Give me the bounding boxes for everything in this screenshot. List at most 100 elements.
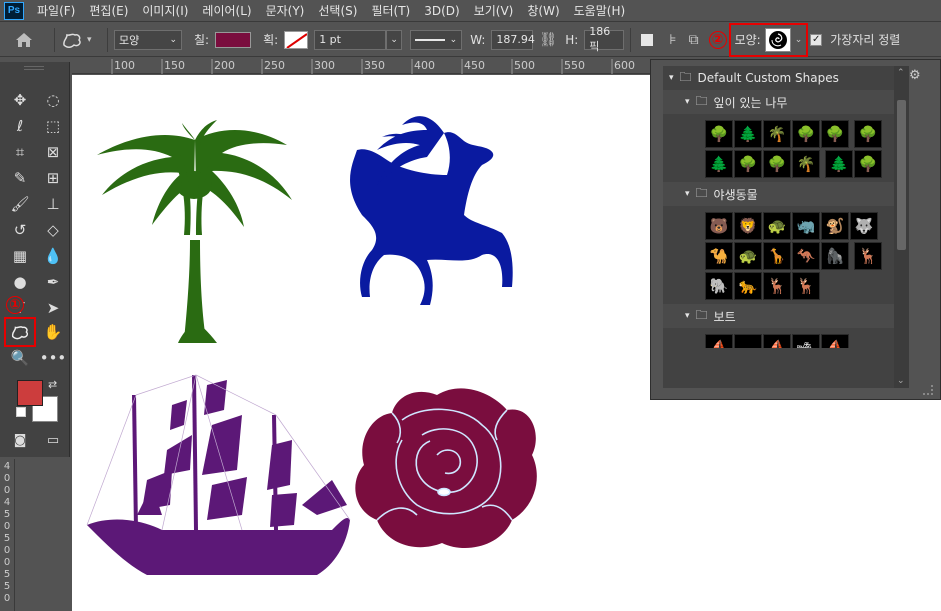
- menu-image[interactable]: 이미지(I): [135, 0, 195, 22]
- tree-shape-thumbnail[interactable]: 🌲: [824, 150, 853, 178]
- default-colors-icon[interactable]: [16, 407, 26, 417]
- stroke-width-dropdown[interactable]: ⌄: [386, 29, 403, 50]
- foreground-color-swatch[interactable]: [17, 380, 43, 406]
- menu-filter[interactable]: 필터(T): [364, 0, 417, 22]
- path-selection-tool-icon[interactable]: ➤: [40, 296, 66, 320]
- tree-shape-thumbnail[interactable]: 🌳: [734, 150, 762, 178]
- animal-shape-thumbnail[interactable]: 🦁: [734, 212, 762, 240]
- tree-shape-thumbnail[interactable]: 🌲: [705, 150, 733, 178]
- palm-shape-thumbnail[interactable]: 🌴: [763, 120, 791, 148]
- marquee-tool-icon[interactable]: ◌: [40, 88, 66, 112]
- gradient-tool-icon[interactable]: ▦: [7, 244, 33, 268]
- stroke-width-field[interactable]: 1 pt: [314, 29, 387, 50]
- menu-file[interactable]: 파일(F): [30, 0, 82, 22]
- eyedropper-tool-icon[interactable]: ✎: [7, 166, 33, 190]
- more-tools-icon[interactable]: •••: [40, 346, 67, 370]
- folder-row-boats[interactable]: ▾ 🗀 보트: [663, 304, 894, 328]
- tree-shape-thumbnail[interactable]: 🌳: [853, 120, 882, 148]
- blur-tool-icon[interactable]: 💧: [40, 244, 66, 268]
- history-brush-tool-icon[interactable]: ↺: [7, 218, 33, 242]
- scrollbar-thumb[interactable]: [897, 100, 906, 250]
- brush-tool-icon[interactable]: 🖌: [7, 192, 33, 216]
- boat-shape-thumbnail[interactable]: 🛥: [792, 334, 820, 348]
- tree-shape-thumbnail[interactable]: 🌳: [821, 120, 849, 148]
- tree-shape-thumbnail[interactable]: 🌳: [763, 150, 791, 178]
- animal-shape-thumbnail[interactable]: 🦘: [792, 242, 820, 270]
- animal-shape-thumbnail[interactable]: 🦒: [763, 242, 791, 270]
- boat-shape-thumbnail[interactable]: ⛵: [705, 334, 733, 348]
- hand-tool-icon[interactable]: ✋: [40, 320, 66, 344]
- crop-tool-icon[interactable]: ⌗: [7, 140, 33, 164]
- ship-shape[interactable]: [87, 375, 350, 575]
- custom-shape-tool-icon[interactable]: [4, 317, 36, 347]
- rose-shape[interactable]: [355, 388, 537, 549]
- animal-shape-thumbnail[interactable]: 🐘: [705, 272, 733, 300]
- menu-select[interactable]: 선택(S): [311, 0, 364, 22]
- path-arrangement-icon[interactable]: ⧉: [689, 32, 699, 48]
- animal-shape-thumbnail[interactable]: 🦍: [821, 242, 849, 270]
- folder-row-wildlife[interactable]: ▾ 🗀 야생동물: [663, 182, 894, 206]
- scroll-up-icon[interactable]: ⌃: [897, 68, 905, 78]
- dodge-tool-icon[interactable]: ●: [7, 270, 33, 294]
- width-field[interactable]: 187.94: [491, 29, 535, 50]
- panel-grip[interactable]: [24, 66, 44, 70]
- scroll-down-icon[interactable]: ⌄: [897, 376, 905, 386]
- object-selection-tool-icon[interactable]: ⬚: [40, 114, 66, 138]
- link-icon[interactable]: ⛓: [539, 32, 557, 48]
- animal-shape-thumbnail[interactable]: 🦌: [853, 242, 882, 270]
- tree-shape-thumbnail[interactable]: 🌴: [792, 150, 820, 178]
- stroke-type-select[interactable]: ⌄: [410, 29, 463, 50]
- boat-shape-thumbnail[interactable]: 🚤: [734, 334, 762, 348]
- menu-help[interactable]: 도움말(H): [567, 0, 633, 22]
- animal-shape-thumbnail[interactable]: 🐢: [763, 212, 791, 240]
- menu-layer[interactable]: 레이어(L): [195, 0, 258, 22]
- rose-shape-thumbnail[interactable]: [764, 27, 791, 52]
- animal-shape-thumbnail[interactable]: 🐻: [705, 212, 733, 240]
- palm-tree-shape[interactable]: [97, 120, 292, 343]
- boat-shape-thumbnail[interactable]: ⛵: [821, 334, 849, 348]
- screen-mode-icon[interactable]: ▭: [40, 428, 66, 452]
- menu-window[interactable]: 창(W): [520, 0, 566, 22]
- move-tool-icon[interactable]: ✥: [7, 88, 33, 112]
- align-edges-checkbox[interactable]: ✓: [810, 33, 823, 46]
- animal-shape-thumbnail[interactable]: 🐒: [821, 212, 849, 240]
- mode-select[interactable]: 모양 ⌄: [114, 29, 182, 50]
- animal-shape-thumbnail[interactable]: 🐪: [705, 242, 733, 270]
- height-field[interactable]: 186 픽: [584, 25, 625, 53]
- swap-colors-icon[interactable]: ⇄: [48, 378, 57, 391]
- animal-shape-thumbnail[interactable]: 🐺: [850, 212, 878, 240]
- animal-shape-thumbnail[interactable]: 🐆: [734, 272, 762, 300]
- frame-tool-icon[interactable]: ⊠: [40, 140, 66, 164]
- menu-view[interactable]: 보기(V): [467, 0, 521, 22]
- animal-shape-thumbnail[interactable]: 🦏: [792, 212, 820, 240]
- spot-healing-tool-icon[interactable]: ⊞: [40, 166, 66, 190]
- eraser-tool-icon[interactable]: ◇: [40, 218, 66, 242]
- menu-3d[interactable]: 3D(D): [417, 0, 466, 22]
- gear-icon[interactable]: ⚙: [909, 68, 921, 83]
- tree-shape-thumbnail[interactable]: 🌳: [853, 150, 882, 178]
- animal-shape-thumbnail[interactable]: 🦌: [792, 272, 820, 300]
- menu-type[interactable]: 문자(Y): [259, 0, 312, 22]
- fill-color-swatch[interactable]: [215, 31, 252, 48]
- shape-picker-control[interactable]: 모양: ⌄: [728, 22, 809, 57]
- folder-row-trees[interactable]: ▾ 🗀 잎이 있는 나무: [663, 90, 894, 114]
- quick-mask-icon[interactable]: ◙: [7, 428, 33, 452]
- boat-shape-thumbnail[interactable]: ⛵: [763, 334, 791, 348]
- lasso-tool-icon[interactable]: ℓ: [7, 114, 33, 138]
- animal-shape-thumbnail[interactable]: 🐢: [734, 242, 762, 270]
- tree-shape-thumbnail[interactable]: 🌳: [705, 120, 733, 148]
- shape-list[interactable]: ▾ 🗀 Default Custom Shapes ▾ 🗀 잎이 있는 나무 🌳…: [663, 66, 894, 388]
- zoom-tool-icon[interactable]: 🔍: [7, 346, 33, 370]
- stroke-color-swatch[interactable]: [284, 30, 309, 49]
- menu-edit[interactable]: 편집(E): [82, 0, 135, 22]
- tool-preset-picker[interactable]: ▾: [61, 31, 101, 49]
- path-operations-icon[interactable]: [641, 33, 654, 46]
- deer-shape[interactable]: [350, 116, 513, 305]
- scrollbar[interactable]: ⌃ ⌄: [894, 66, 909, 388]
- resize-handle-icon[interactable]: [923, 385, 933, 395]
- clone-stamp-tool-icon[interactable]: ⊥: [40, 192, 66, 216]
- pen-tool-icon[interactable]: ✒: [40, 270, 66, 294]
- home-icon[interactable]: [0, 32, 48, 48]
- path-alignment-icon[interactable]: ⊧: [669, 32, 676, 48]
- folder-row-root[interactable]: ▾ 🗀 Default Custom Shapes: [663, 66, 894, 90]
